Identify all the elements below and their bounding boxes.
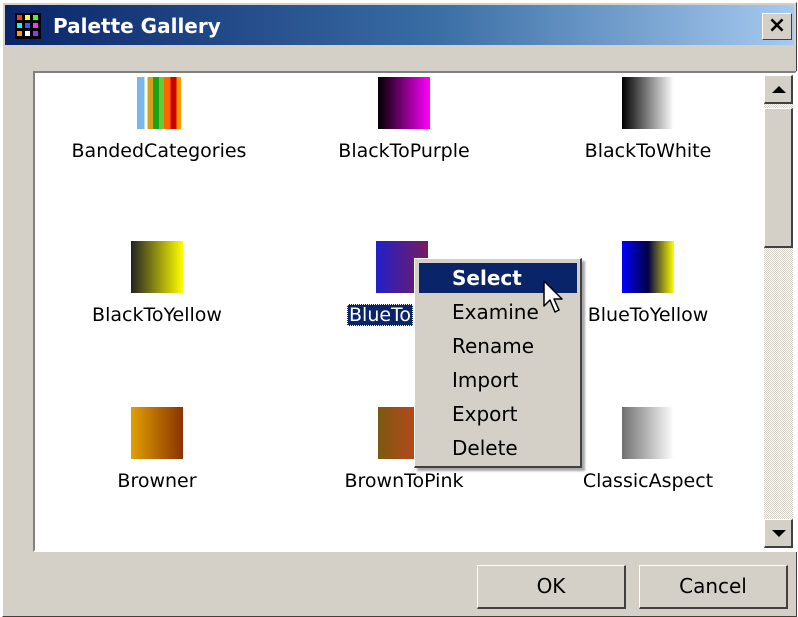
title-bar[interactable]: Palette Gallery × (5, 5, 794, 45)
cancel-button[interactable]: Cancel (639, 565, 788, 609)
palette-swatch[interactable] (378, 77, 430, 129)
palette-label[interactable]: BlackToPurple (336, 140, 471, 162)
menu-item-rename[interactable]: Rename (419, 331, 577, 361)
palette-label[interactable]: BlueToYellow (586, 304, 711, 326)
ok-button[interactable]: OK (477, 565, 626, 609)
palette-swatch[interactable] (131, 241, 183, 293)
scroll-up-button[interactable] (764, 75, 793, 104)
palette-label[interactable]: BlackToWhite (583, 140, 714, 162)
menu-item-export[interactable]: Export (419, 399, 577, 429)
palette-label-selected[interactable]: BlueTo (347, 304, 414, 326)
menu-item-delete[interactable]: Delete (419, 433, 577, 463)
palette-item-banded-categories[interactable]: BandedCategories (54, 77, 264, 162)
palette-label[interactable]: BrownToPink (342, 470, 465, 492)
palette-label[interactable]: BandedCategories (70, 140, 249, 162)
palette-swatch[interactable] (622, 407, 674, 459)
vertical-scrollbar[interactable] (764, 75, 793, 548)
palette-swatch[interactable] (131, 407, 183, 459)
palette-item-black-to-yellow[interactable]: BlackToYellow (52, 241, 262, 326)
menu-item-import[interactable]: Import (419, 365, 577, 395)
palette-label[interactable]: ClassicAspect (581, 470, 715, 492)
palette-swatch[interactable] (622, 77, 674, 129)
arrow-down-icon (772, 530, 786, 537)
palette-swatch[interactable] (133, 77, 185, 129)
window-title: Palette Gallery (53, 14, 221, 38)
palette-item-black-to-white[interactable]: BlackToWhite (543, 77, 753, 162)
palette-item-browner[interactable]: Browner (52, 407, 262, 492)
scroll-down-button[interactable] (764, 519, 793, 548)
palette-gallery-window: Palette Gallery × BandedCategories Black… (2, 2, 797, 617)
mouse-pointer-icon (543, 280, 563, 313)
palette-item-black-to-purple[interactable]: BlackToPurple (299, 77, 509, 162)
scroll-thumb[interactable] (764, 108, 793, 248)
close-button[interactable]: × (762, 13, 792, 40)
palette-label[interactable]: Browner (115, 470, 198, 492)
palette-label[interactable]: BlackToYellow (90, 304, 224, 326)
arrow-up-icon (772, 86, 786, 93)
palette-swatch[interactable] (622, 241, 674, 293)
palette-grid-icon (15, 13, 41, 39)
close-icon: × (767, 13, 787, 38)
